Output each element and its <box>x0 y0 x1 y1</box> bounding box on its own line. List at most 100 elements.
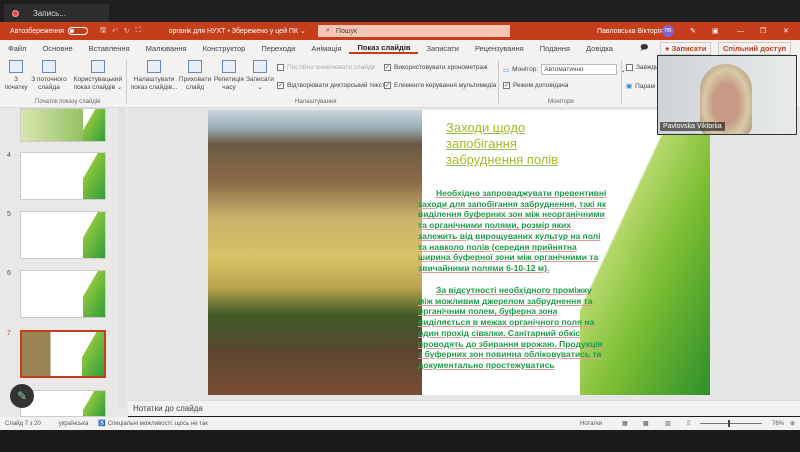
setup-icon <box>147 60 161 73</box>
setup-show-button[interactable]: Налаштувати показ слайдів... <box>130 60 178 92</box>
slide-thumbnail[interactable] <box>20 270 106 318</box>
pen-icon[interactable]: ✎ <box>690 27 696 35</box>
group-label: Монітори <box>548 99 574 105</box>
minimize-icon[interactable]: — <box>737 28 744 35</box>
thumbnails-scrollbar[interactable] <box>118 108 126 408</box>
projector-icon <box>42 60 56 73</box>
slide-number: 7 <box>7 330 11 337</box>
slide-thumbnail[interactable] <box>20 152 106 200</box>
tab-file[interactable]: Файл <box>0 44 34 53</box>
avatar[interactable]: ПВ <box>662 25 674 37</box>
field-photo <box>208 110 422 395</box>
zoom-level[interactable]: 76% <box>772 421 784 427</box>
normal-view-icon[interactable]: ▦ <box>622 420 628 427</box>
presenter-view-checkbox[interactable]: ✓ Режим доповідача <box>503 82 569 89</box>
notes-pane[interactable]: Нотатки до слайда <box>128 400 800 416</box>
play-narrations-checkbox[interactable]: ✓ Відтворювати дикторський текст <box>277 82 385 89</box>
pen-tool-button[interactable]: ✎ <box>10 384 34 408</box>
recorder-label: Запись... <box>33 8 66 18</box>
share-button[interactable]: Спільний доступ <box>718 41 792 55</box>
slide-paragraph[interactable]: Необхідно запроваджувати превентивні зах… <box>418 188 608 274</box>
tab-review[interactable]: Рецензування <box>467 44 532 53</box>
custom-show-button[interactable]: Користувацький показ слайдів ⌄ <box>72 60 124 92</box>
group-label: Початок показу слайдів <box>35 99 101 105</box>
tab-draw[interactable]: Малювання <box>138 44 195 53</box>
slide-number: 5 <box>7 211 11 218</box>
tab-insert[interactable]: Вставлення <box>81 44 138 53</box>
close-icon[interactable]: ✕ <box>783 27 789 35</box>
from-current-button[interactable]: З поточного слайда <box>30 60 68 92</box>
present-icon[interactable]: ⛶ <box>136 27 141 35</box>
search-placeholder: Пошук <box>335 27 358 35</box>
label: Елементи керування мультимедіа <box>394 82 497 89</box>
checkbox <box>626 64 633 71</box>
zoom-thumb[interactable] <box>728 420 730 427</box>
params-button[interactable]: ▣ Парам <box>626 82 656 91</box>
user-name[interactable]: Павловська Вікторія <box>597 28 663 35</box>
tab-design[interactable]: Конструктор <box>195 44 254 53</box>
autosave-label: Автозбереження <box>10 27 64 35</box>
divider <box>621 60 622 104</box>
keep-updated-checkbox[interactable]: Постійно оновлювати слайди <box>277 64 375 71</box>
tab-animations[interactable]: Анімація <box>303 44 349 53</box>
notes-button[interactable]: Нотатки <box>580 421 602 427</box>
tab-transitions[interactable]: Переходи <box>253 44 303 53</box>
record-button[interactable]: ● Записати <box>660 41 712 55</box>
slide[interactable]: Заходи щодо запобігання забруднення полі… <box>208 110 710 395</box>
zoom-slider[interactable] <box>700 423 762 424</box>
ribbon-tabs: Файл Основне Вставлення Малювання Констр… <box>0 40 800 56</box>
rehearse-button[interactable]: Репетиція часу <box>213 60 245 92</box>
comments-icon[interactable]: 🗩 <box>640 42 648 55</box>
search-input[interactable]: ⌕ Пошук <box>318 25 510 37</box>
redo-icon[interactable]: ↻ <box>124 27 130 35</box>
language[interactable]: українська <box>59 421 89 427</box>
from-beginning-button[interactable]: З початку <box>4 60 28 92</box>
document-title[interactable]: органік для НУХТ • Збережено у цей ПК ⌄ <box>169 27 306 35</box>
tab-slide-show[interactable]: Показ слайдів <box>349 43 419 54</box>
label: З поточного слайда <box>31 76 67 91</box>
tab-view[interactable]: Подання <box>532 44 578 53</box>
tab-record[interactable]: Записати <box>418 44 466 53</box>
projector-icon <box>91 60 105 73</box>
status-bar: Слайд 7 з 20 українська ♿ Спеціальні мож… <box>0 417 800 430</box>
label: Парам <box>635 82 656 90</box>
recorder-tab[interactable]: Запись... <box>4 4 109 22</box>
monitor-value[interactable]: Автоматично <box>541 64 618 75</box>
settings-icon: ▣ <box>626 83 633 90</box>
label: Завжди <box>636 64 659 71</box>
always-checkbox[interactable]: Завжди <box>626 64 659 71</box>
save-icon[interactable]: 🖫 <box>100 26 106 37</box>
slideshow-view-icon[interactable]: ♖ <box>686 420 691 427</box>
label: Налаштувати показ слайдів... <box>130 76 178 91</box>
label: Записати ⌄ <box>245 76 275 91</box>
autosave-toggle[interactable] <box>67 27 88 35</box>
label: Користувацький показ слайдів ⌄ <box>73 76 123 91</box>
ribbon-display-icon[interactable]: ▣ <box>712 27 719 35</box>
hide-slide-button[interactable]: Приховати слайд <box>178 60 212 92</box>
accessibility-icon: ♿ <box>98 421 106 427</box>
tab-home[interactable]: Основне <box>34 44 80 53</box>
group-label: Налаштування <box>295 99 337 105</box>
slide-counter: Слайд 7 з 20 <box>5 420 41 427</box>
record-show-button[interactable]: Записати ⌄ <box>245 60 275 92</box>
slide-paragraph[interactable]: За відсутності необхідного проміжку між … <box>418 285 608 371</box>
sorter-view-icon[interactable]: ▩ <box>643 420 649 427</box>
media-controls-checkbox[interactable]: ✓ Елементи керування мультимедіа <box>384 82 496 89</box>
checkbox: ✓ <box>503 82 510 89</box>
accessibility-status[interactable]: Спеціальні можливості: щось не так <box>108 421 208 427</box>
tab-help[interactable]: Довідка <box>578 44 621 53</box>
reading-view-icon[interactable]: ▥ <box>665 420 671 427</box>
hide-slide-icon <box>188 60 202 73</box>
label: Репетиція часу <box>214 76 244 91</box>
slide-thumbnail-selected[interactable] <box>20 330 106 378</box>
projector-icon <box>9 60 23 73</box>
slide-thumbnail[interactable] <box>20 108 106 142</box>
undo-icon[interactable]: ↶ <box>112 27 118 35</box>
fit-slide-icon[interactable]: ⊕ <box>790 420 795 427</box>
slide-title[interactable]: Заходи щодо запобігання забруднення полі… <box>446 120 596 168</box>
slide-thumbnail[interactable] <box>20 211 106 259</box>
checkbox: ✓ <box>277 82 284 89</box>
restore-icon[interactable]: ❐ <box>760 27 766 35</box>
use-timings-checkbox[interactable]: ✓ Використовувати хронометраж <box>384 64 487 71</box>
monitor-select[interactable]: ▭ Монітор: Автоматично ⌄ <box>503 64 626 75</box>
